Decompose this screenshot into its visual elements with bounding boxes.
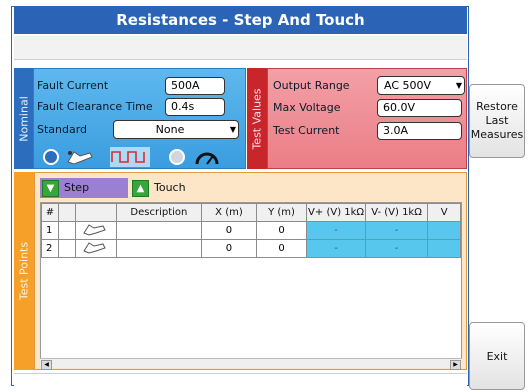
chevron-down-icon: ▼ — [229, 125, 236, 134]
row-v — [427, 221, 461, 240]
column-header-description[interactable]: Description — [115, 203, 203, 222]
column-header-v[interactable]: V — [427, 203, 461, 222]
test-points-grid: # Description X (m) Y (m) V+ (V) 1kΩ V- … — [41, 203, 461, 258]
row-spacer — [57, 239, 76, 258]
table-row[interactable]: 2 0 0 - - — [41, 239, 461, 258]
arrow-up-icon: ▲ — [132, 180, 149, 197]
gauge-icon[interactable] — [194, 147, 220, 167]
table-header-row: # Description X (m) Y (m) V+ (V) 1kΩ V- … — [41, 203, 461, 222]
max-voltage-label: Max Voltage — [273, 101, 341, 114]
standard-select[interactable]: None ▼ — [113, 120, 239, 139]
test-current-label: Test Current — [273, 124, 340, 137]
column-header-icon-2 — [74, 203, 117, 222]
fault-clearance-field[interactable]: 0.4s — [165, 98, 225, 116]
row-vminus: - — [364, 239, 429, 258]
test-points-section-tab: Test Points — [14, 172, 34, 370]
test-points-tab-label: Test Points — [17, 241, 31, 301]
scroll-left-icon[interactable]: ◀ — [41, 360, 52, 370]
sub-toolbar — [14, 36, 467, 60]
test-current-field[interactable]: 3.0A — [377, 122, 462, 140]
output-range-label: Output Range — [273, 79, 350, 92]
row-x[interactable]: 0 — [201, 239, 257, 258]
fault-current-field[interactable]: 500A — [165, 77, 225, 95]
test-values-section-tab: Test Values — [247, 68, 267, 169]
row-number: 1 — [41, 221, 59, 240]
scroll-right-icon[interactable]: ▶ — [450, 360, 461, 370]
row-vminus: - — [364, 221, 429, 240]
arrow-down-icon: ▼ — [42, 180, 59, 197]
chevron-down-icon: ▼ — [455, 81, 462, 90]
output-range-value: AC 500V — [384, 79, 432, 92]
column-header-vminus[interactable]: V- (V) 1kΩ — [364, 203, 429, 222]
restore-last-measures-button[interactable]: Restore Last Measures — [469, 84, 525, 158]
nominal-icon-row — [40, 147, 240, 167]
row-v — [427, 239, 461, 258]
max-voltage-field[interactable]: 60.0V — [377, 99, 462, 117]
status-bar — [14, 373, 467, 390]
row-number: 2 — [41, 239, 59, 258]
body-model-icon[interactable] — [40, 147, 62, 167]
column-header-y[interactable]: Y (m) — [255, 203, 308, 222]
row-y[interactable]: 0 — [255, 221, 308, 240]
standard-label: Standard — [37, 123, 88, 136]
exit-button[interactable]: Exit — [469, 322, 525, 390]
fault-current-label: Fault Current — [37, 79, 109, 92]
table-row[interactable]: 1 0 0 - - — [41, 221, 461, 240]
row-vplus: - — [306, 239, 366, 258]
row-spacer — [57, 221, 76, 240]
test-values-tab-label: Test Values — [250, 87, 264, 150]
column-header-number[interactable]: # — [41, 203, 59, 222]
fault-clearance-label: Fault Clearance Time — [37, 100, 153, 113]
column-header-icon — [57, 203, 76, 222]
column-header-vplus[interactable]: V+ (V) 1kΩ — [306, 203, 366, 222]
tab-touch[interactable]: ▲ Touch — [130, 178, 230, 198]
step-touch-icon[interactable] — [74, 239, 117, 258]
output-range-select[interactable]: AC 500V ▼ — [377, 76, 465, 95]
circle-icon[interactable] — [166, 147, 188, 167]
row-description[interactable] — [115, 239, 203, 258]
restore-button-label: Restore Last Measures — [470, 100, 524, 141]
row-x[interactable]: 0 — [201, 221, 257, 240]
row-description[interactable] — [115, 221, 203, 240]
step-touch-icon[interactable] — [74, 221, 117, 240]
nominal-tab-label: Nominal — [17, 95, 30, 142]
window-title: Resistances - Step And Touch — [14, 6, 467, 34]
exit-button-label: Exit — [486, 349, 508, 363]
horizontal-scrollbar[interactable]: ◀ ▶ — [40, 358, 462, 370]
column-header-x[interactable]: X (m) — [201, 203, 257, 222]
test-points-table: # Description X (m) Y (m) V+ (V) 1kΩ V- … — [40, 202, 462, 368]
row-y[interactable]: 0 — [255, 239, 308, 258]
standard-value: None — [155, 123, 185, 136]
test-values-panel: Output Range AC 500V ▼ Max Voltage 60.0V… — [267, 68, 467, 169]
nominal-section-tab: Nominal — [14, 68, 33, 169]
tab-touch-label: Touch — [154, 181, 186, 194]
waveform-icon[interactable] — [110, 147, 150, 167]
row-vplus: - — [306, 221, 366, 240]
tab-step[interactable]: ▼ Step — [40, 178, 128, 198]
tab-step-label: Step — [64, 181, 90, 194]
step-touch-icon[interactable] — [64, 147, 96, 167]
